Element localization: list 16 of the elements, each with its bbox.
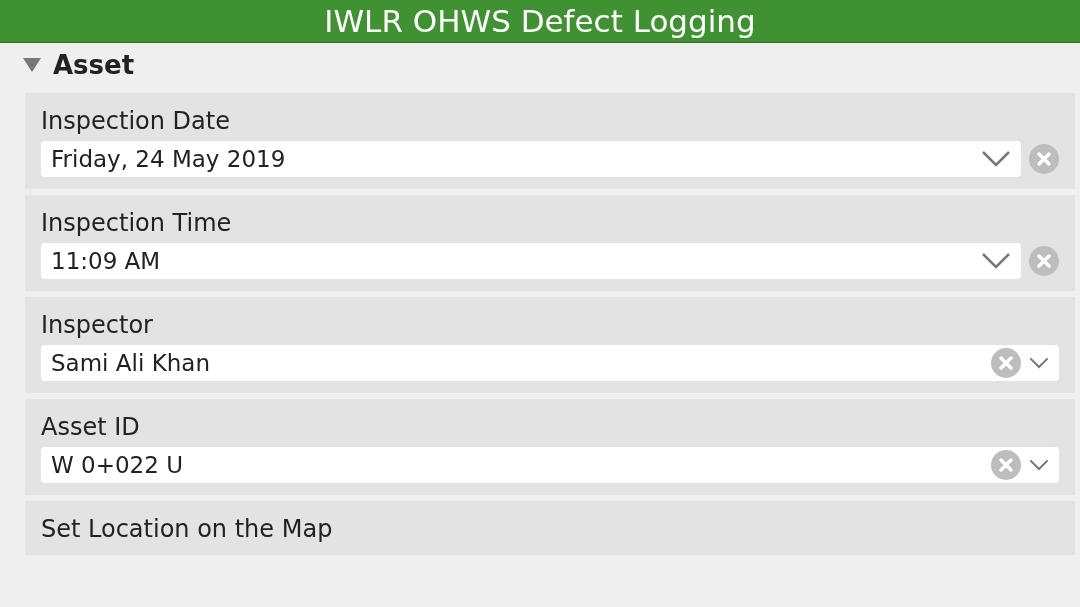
field-label: Asset ID — [41, 413, 141, 441]
field-label: Set Location on the Map — [41, 515, 334, 543]
dropdown-field[interactable]: Sami Ali Khan — [41, 345, 1059, 381]
app-title: IWLR OHWS Defect Logging — [0, 0, 1080, 43]
field-label: Inspection Date — [41, 107, 231, 135]
chevron-down-icon[interactable] — [981, 150, 1011, 168]
picker-field[interactable]: 11:09 AM — [41, 243, 1021, 279]
field-label: Inspector — [41, 311, 154, 339]
dropdown-field[interactable]: W 0+022 U — [41, 447, 1059, 483]
chevron-down-icon[interactable] — [1029, 357, 1049, 369]
field-label: Inspection Time — [41, 209, 233, 237]
picker-field[interactable]: Friday, 24 May 2019 — [41, 141, 1021, 177]
expand-triangle-icon — [23, 57, 41, 73]
chevron-down-icon[interactable] — [1029, 459, 1049, 471]
chevron-down-icon[interactable] — [981, 252, 1011, 270]
section-header[interactable]: Asset — [23, 43, 1075, 87]
